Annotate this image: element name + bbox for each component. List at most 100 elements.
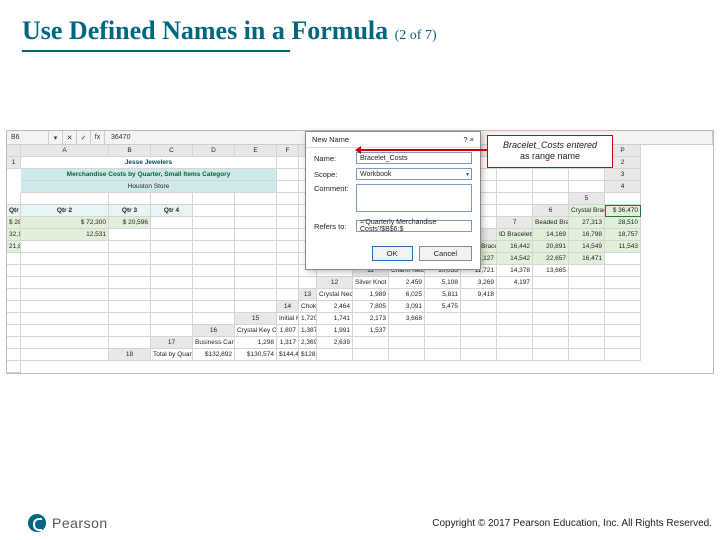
cell[interactable]	[109, 313, 151, 325]
cell[interactable]	[569, 325, 605, 337]
cell[interactable]	[277, 205, 299, 217]
data-cell[interactable]: 3,091	[389, 301, 425, 313]
data-cell[interactable]: 1,989	[353, 289, 389, 301]
data-cell[interactable]: 2,173	[353, 313, 389, 325]
cell[interactable]	[109, 301, 151, 313]
row-head[interactable]: 12	[317, 277, 353, 289]
cell[interactable]	[605, 265, 641, 277]
data-cell[interactable]: 14,169	[533, 229, 569, 241]
col-head[interactable]: B	[109, 145, 151, 157]
data-cell[interactable]: 1,991	[317, 325, 353, 337]
data-cell[interactable]: 1,537	[353, 325, 389, 337]
cell[interactable]	[569, 301, 605, 313]
cell[interactable]	[21, 253, 109, 265]
cell[interactable]	[277, 277, 299, 289]
cell[interactable]	[21, 301, 109, 313]
cell[interactable]	[109, 337, 151, 349]
cell[interactable]	[193, 313, 235, 325]
cell[interactable]	[569, 289, 605, 301]
cancel-icon[interactable]: ✕	[63, 131, 77, 144]
data-cell[interactable]: $ 72,300	[21, 217, 109, 229]
row-head[interactable]: 6	[533, 205, 569, 217]
cell[interactable]	[605, 253, 641, 265]
data-cell[interactable]: 7,805	[353, 301, 389, 313]
cell[interactable]	[109, 325, 151, 337]
cell[interactable]	[533, 193, 569, 205]
cell[interactable]	[21, 289, 109, 301]
cell[interactable]	[277, 169, 299, 181]
cell[interactable]	[533, 325, 569, 337]
cell[interactable]	[21, 325, 109, 337]
row-head[interactable]: 3	[605, 169, 641, 181]
cell[interactable]	[193, 241, 235, 253]
data-cell[interactable]: 22,657	[533, 253, 569, 265]
cell[interactable]	[7, 361, 21, 373]
cell[interactable]	[533, 169, 569, 181]
cell[interactable]	[605, 289, 641, 301]
cell[interactable]	[7, 325, 21, 337]
data-cell[interactable]: 1,317	[277, 337, 299, 349]
row-head[interactable]: 17	[151, 337, 193, 349]
cell[interactable]	[497, 205, 533, 217]
comment-textarea[interactable]	[356, 184, 472, 212]
cell[interactable]	[193, 193, 235, 205]
select-all-corner[interactable]	[7, 145, 21, 157]
cell[interactable]	[7, 193, 21, 205]
cell[interactable]	[21, 313, 109, 325]
cell[interactable]	[497, 301, 533, 313]
cell[interactable]	[497, 313, 533, 325]
data-cell[interactable]: 21,841	[7, 241, 21, 253]
cell[interactable]	[151, 265, 193, 277]
cell[interactable]	[569, 265, 605, 277]
cell[interactable]	[21, 265, 109, 277]
data-cell[interactable]: 13,665	[533, 265, 569, 277]
cell[interactable]	[569, 313, 605, 325]
cell[interactable]	[151, 301, 193, 313]
help-icon[interactable]: ?	[463, 135, 467, 144]
data-cell[interactable]: 28,510	[605, 217, 641, 229]
cell[interactable]	[193, 253, 235, 265]
cell[interactable]	[151, 253, 193, 265]
cell[interactable]	[151, 193, 193, 205]
cell[interactable]	[7, 265, 21, 277]
cell[interactable]	[151, 241, 193, 253]
cell[interactable]	[605, 313, 641, 325]
cell[interactable]	[193, 301, 235, 313]
cell[interactable]	[21, 241, 109, 253]
col-head[interactable]: E	[235, 145, 277, 157]
data-cell[interactable]: 2,369	[299, 337, 317, 349]
total-cell[interactable]: $130,574	[235, 349, 277, 361]
cell[interactable]	[151, 217, 193, 229]
row-head[interactable]: 5	[569, 193, 605, 205]
data-cell[interactable]: 3,269	[461, 277, 497, 289]
cell[interactable]	[299, 277, 317, 289]
cell[interactable]	[461, 313, 497, 325]
cell[interactable]	[533, 301, 569, 313]
dropdown-icon[interactable]: ▾	[49, 131, 63, 144]
cell[interactable]	[533, 289, 569, 301]
cell[interactable]	[235, 241, 277, 253]
data-cell[interactable]: 5,108	[425, 277, 461, 289]
data-cell[interactable]: 2,464	[317, 301, 353, 313]
data-cell[interactable]: $ 36,470	[605, 205, 641, 217]
cell[interactable]	[277, 193, 299, 205]
cell[interactable]	[151, 229, 193, 241]
close-icon[interactable]: ×	[470, 135, 474, 144]
cell[interactable]	[235, 205, 277, 217]
data-cell[interactable]: 12,531	[21, 229, 109, 241]
cell[interactable]	[533, 349, 569, 361]
data-cell[interactable]: 4,197	[497, 277, 533, 289]
data-cell[interactable]: 18,757	[605, 229, 641, 241]
cell[interactable]	[497, 193, 533, 205]
name-box[interactable]: B6	[7, 131, 49, 144]
cell[interactable]	[605, 277, 641, 289]
cell[interactable]	[277, 241, 299, 253]
cell[interactable]	[109, 289, 151, 301]
data-cell[interactable]: 16,798	[569, 229, 605, 241]
data-cell[interactable]: 16,442	[497, 241, 533, 253]
row-label[interactable]: Crystal Necklaces	[317, 289, 353, 301]
cell[interactable]	[151, 313, 193, 325]
fx-icon[interactable]: fx	[91, 131, 105, 144]
cell[interactable]	[193, 205, 235, 217]
data-cell[interactable]: 27,313	[569, 217, 605, 229]
